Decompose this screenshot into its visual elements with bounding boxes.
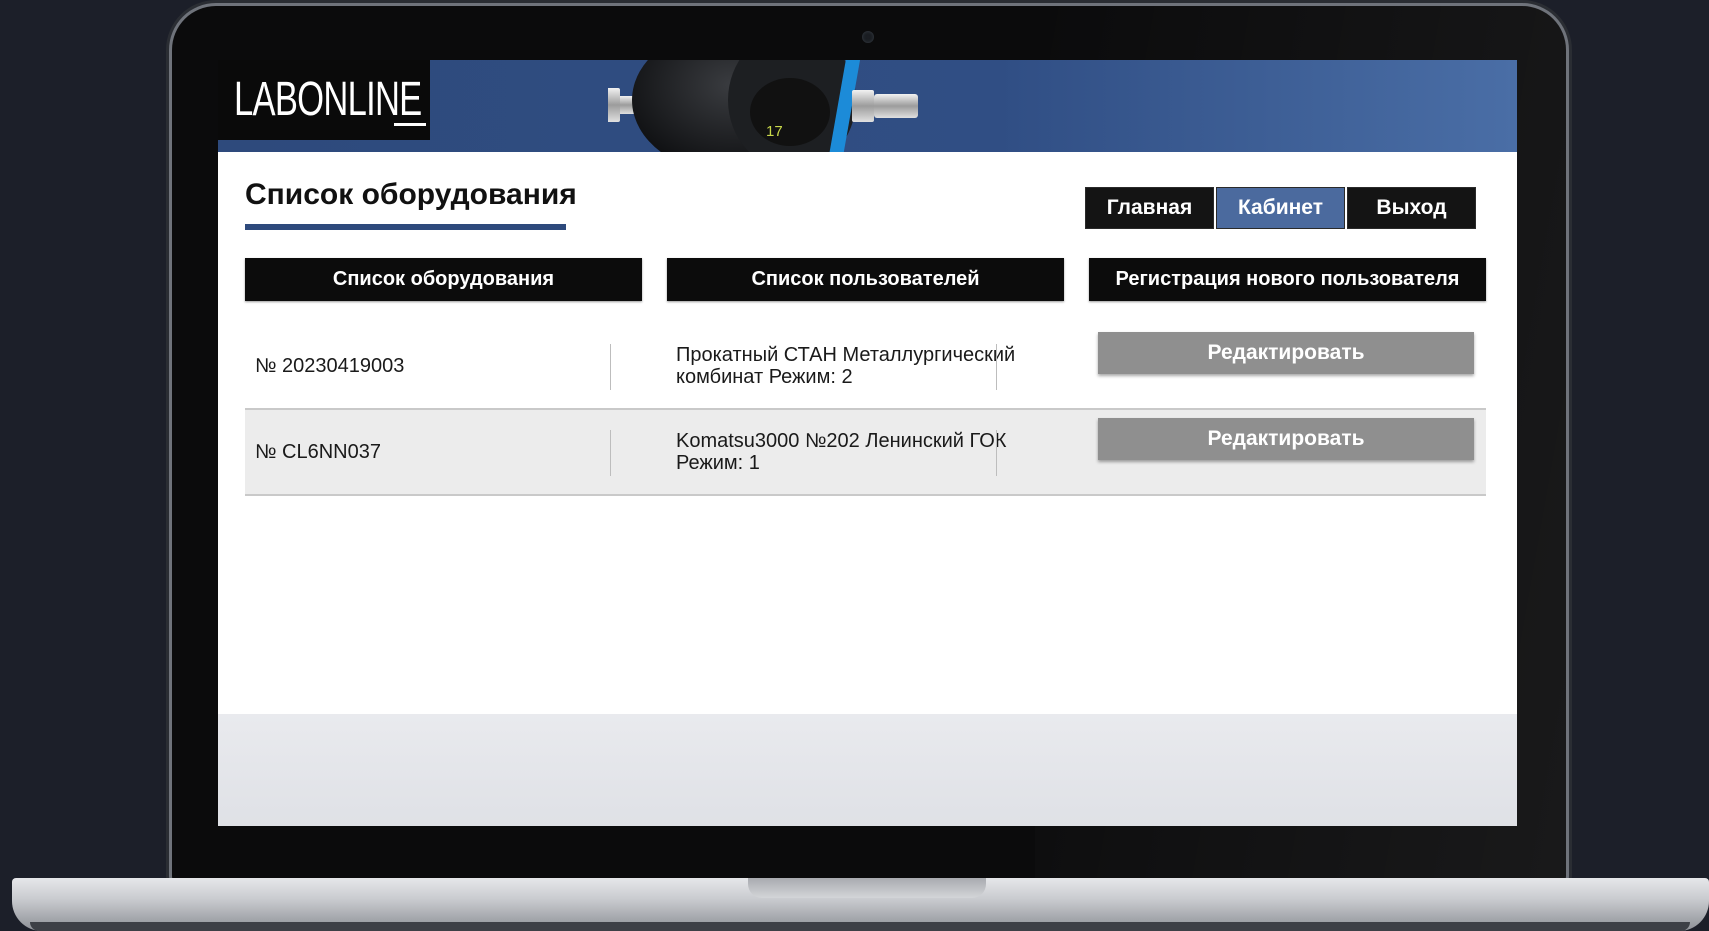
column-divider [610, 430, 611, 476]
column-divider [610, 344, 611, 390]
laptop-base-notch [748, 878, 986, 898]
edit-button[interactable]: Редактировать [1098, 418, 1474, 460]
edit-button[interactable]: Редактировать [1098, 332, 1474, 374]
logo[interactable]: LABONLINE [218, 60, 430, 140]
equipment-id: № CL6NN037 [255, 440, 381, 463]
top-navigation: Главная Кабинет Выход [1085, 187, 1478, 229]
screen: LABONLINE 17 Список оборудования Главная… [218, 60, 1517, 826]
header-banner: LABONLINE 17 [218, 60, 1517, 152]
equipment-description: Komatsu3000 №202 Ленинский ГОК Режим: 1 [676, 430, 1007, 474]
column-divider [996, 430, 997, 476]
laptop-base-foot [30, 922, 1690, 931]
logo-underline [394, 123, 426, 126]
equipment-id: № 20230419003 [255, 354, 405, 377]
tab-register-user[interactable]: Регистрация нового пользователя [1089, 258, 1486, 301]
tab-user-list[interactable]: Список пользователей [667, 258, 1064, 301]
tab-equipment-list[interactable]: Список оборудования [245, 258, 642, 301]
nav-cabinet-button[interactable]: Кабинет [1216, 187, 1345, 229]
device-image: 17 [608, 60, 918, 152]
title-underline [245, 224, 566, 230]
equipment-table: № 20230419003 Прокатный СТАН Металлургич… [245, 324, 1486, 496]
nav-logout-button[interactable]: Выход [1347, 187, 1476, 229]
page-title: Список оборудования [245, 178, 577, 211]
table-row: № CL6NN037 Komatsu3000 №202 Ленинский ГО… [245, 410, 1486, 496]
nav-home-button[interactable]: Главная [1085, 187, 1214, 229]
column-divider [996, 344, 997, 390]
device-display-value: 17 [766, 123, 783, 140]
webcam-icon [862, 31, 874, 43]
main-content: Список оборудования Главная Кабинет Выхо… [218, 152, 1517, 714]
footer-background [218, 714, 1517, 826]
equipment-description: Прокатный СТАН Металлургический комбинат… [676, 344, 1016, 388]
logo-text: LABONLINE [234, 73, 422, 126]
section-tabs: Список оборудования Список пользователей… [245, 258, 1486, 301]
table-row: № 20230419003 Прокатный СТАН Металлургич… [245, 324, 1486, 410]
